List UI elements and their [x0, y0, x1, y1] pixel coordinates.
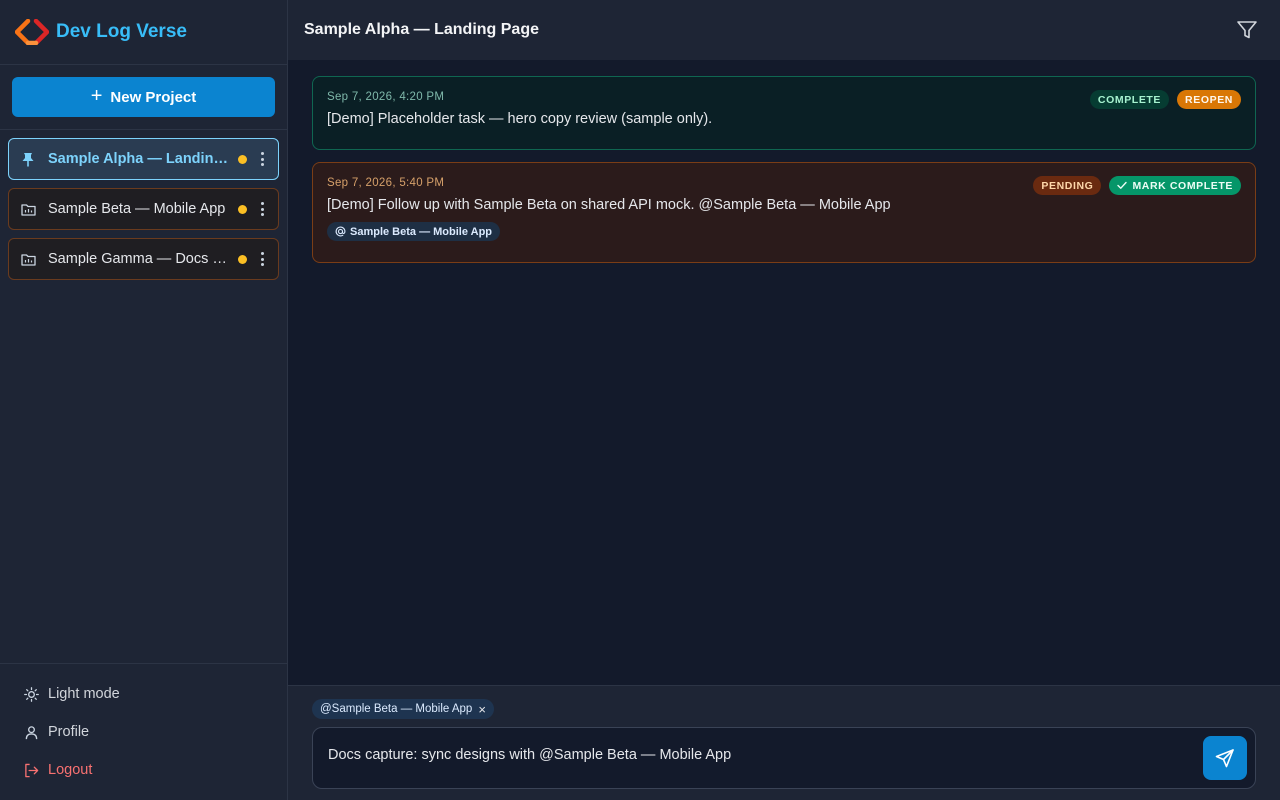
plus-icon: + — [90, 85, 103, 107]
message-input-box — [312, 727, 1256, 789]
mention-label: Sample Beta — Mobile App — [350, 225, 493, 238]
tag-label: @Sample Beta — Mobile App — [320, 703, 473, 715]
remove-tag-icon[interactable]: × — [478, 703, 486, 716]
project-label: Sample Beta — Mobile App — [48, 201, 226, 217]
new-project-label: New Project — [110, 88, 197, 106]
log-entry-complete: Sep 7, 2026, 4:20 PM COMPLETE REOPEN [De… — [312, 76, 1256, 150]
status-badge-pending: PENDING — [1033, 176, 1102, 195]
message-input[interactable] — [328, 747, 1188, 763]
log-entry-pending: Sep 7, 2026, 5:40 PM PENDING MARK COMPLE… — [312, 162, 1256, 263]
sidebar: Dev Log Verse + New Project Sample Alpha… — [0, 0, 288, 800]
entry-text: [Demo] Follow up with Sample Beta on sha… — [327, 197, 891, 213]
entry-text: [Demo] Placeholder task — hero copy revi… — [327, 111, 713, 127]
status-dot — [238, 204, 247, 214]
sun-icon — [24, 686, 39, 702]
new-project-button[interactable]: + New Project — [12, 77, 275, 117]
project-item-gamma[interactable]: Sample Gamma — Docs Site — [8, 238, 279, 280]
profile-link[interactable]: Profile — [0, 713, 287, 751]
logout-label: Logout — [48, 762, 93, 778]
more-options-icon[interactable] — [256, 202, 268, 216]
brand[interactable]: Dev Log Verse — [0, 0, 287, 65]
filter-icon[interactable] — [1236, 19, 1258, 41]
pin-icon — [21, 151, 38, 167]
project-item-alpha[interactable]: Sample Alpha — Landing Page — [8, 138, 279, 180]
send-button[interactable] — [1203, 736, 1247, 780]
logout-button[interactable]: Logout — [0, 751, 287, 789]
logout-icon — [25, 763, 39, 777]
project-list: Sample Alpha — Landing Page Sample Beta … — [0, 130, 287, 296]
project-item-beta[interactable]: Sample Beta — Mobile App — [8, 188, 279, 230]
at-sign-icon — [335, 226, 346, 237]
light-mode-toggle[interactable]: Light mode — [0, 675, 287, 713]
more-options-icon[interactable] — [256, 152, 268, 166]
status-dot — [238, 154, 247, 164]
profile-label: Profile — [48, 724, 90, 740]
top-bar: Sample Alpha — Landing Page — [288, 0, 1280, 60]
project-label: Sample Alpha — Landing Page — [48, 151, 230, 167]
mark-complete-label: MARK COMPLETE — [1132, 179, 1233, 192]
project-label: Sample Gamma — Docs Site — [48, 251, 230, 267]
check-icon — [1117, 181, 1128, 189]
light-mode-label: Light mode — [48, 686, 120, 702]
code-logo-icon — [15, 19, 49, 45]
selected-mention-tag: @Sample Beta — Mobile App × — [312, 699, 494, 719]
status-badge-complete: COMPLETE — [1089, 90, 1170, 109]
reopen-button[interactable]: REOPEN — [1177, 90, 1241, 109]
composer: @Sample Beta — Mobile App × — [288, 685, 1280, 800]
mark-complete-button[interactable]: MARK COMPLETE — [1109, 176, 1241, 195]
sidebar-footer: Light mode Profile Logout — [0, 663, 287, 800]
page-title: Sample Alpha — Landing Page — [304, 21, 539, 38]
send-icon — [1215, 749, 1234, 768]
mention-chip[interactable]: Sample Beta — Mobile App — [327, 222, 501, 241]
brand-name: Dev Log Verse — [56, 21, 187, 42]
user-icon — [25, 725, 38, 739]
folder-icon — [21, 201, 38, 217]
status-dot — [238, 254, 247, 264]
more-options-icon[interactable] — [256, 252, 268, 266]
folder-icon — [21, 251, 38, 267]
